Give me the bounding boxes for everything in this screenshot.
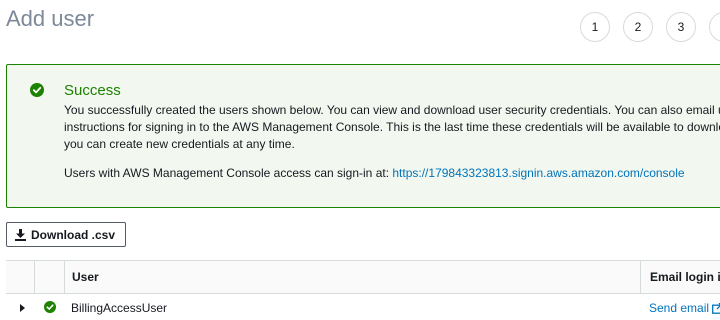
send-email-cell: Send email [649,294,720,320]
table-row: BillingAccessUser Send email [6,294,720,320]
check-circle-icon [30,83,44,97]
send-email-link[interactable]: Send email [649,294,709,320]
wizard-step-2[interactable]: 2 [623,12,653,42]
wizard-step-3[interactable]: 3 [666,12,696,42]
external-link-icon[interactable] [712,302,720,314]
console-signin-text: Users with AWS Management Console access… [64,165,685,182]
download-csv-button[interactable]: Download .csv [6,222,127,247]
success-alert: Success You successfully created the use… [6,64,720,208]
alert-message: You successfully created the users shown… [64,102,720,153]
signin-prefix: Users with AWS Management Console access… [64,166,393,180]
add-user-page: Add user 1 2 3 4 Success You successfull… [0,0,720,320]
wizard-steps: 1 2 3 4 [580,12,720,42]
wizard-step-4[interactable]: 4 [709,12,720,42]
download-csv-label: Download .csv [31,227,116,242]
alert-message-line: instructions for signing in to the AWS M… [64,120,720,134]
download-icon [15,228,26,241]
alert-message-line: you can create new credentials at any ti… [64,137,295,151]
email-login-column-header[interactable]: Email login i [640,261,720,293]
user-column-header[interactable]: User [64,261,641,293]
alert-message-line: You successfully created the users shown… [64,103,720,117]
wizard-step-1[interactable]: 1 [580,12,610,42]
email-login-column-label: Email login i [650,270,720,284]
status-column-header [34,261,65,293]
console-signin-link[interactable]: https://179843323813.signin.aws.amazon.c… [392,166,684,180]
alert-title: Success [64,82,121,99]
user-column-label: User [72,270,99,284]
users-table: User Email login i BillingAccessUser Sen… [6,260,720,320]
page-title: Add user [6,6,95,31]
table-header: User Email login i [6,260,720,294]
user-name-cell: BillingAccessUser [71,301,168,315]
check-circle-icon [44,301,56,313]
expand-row-caret-icon[interactable] [20,304,25,312]
